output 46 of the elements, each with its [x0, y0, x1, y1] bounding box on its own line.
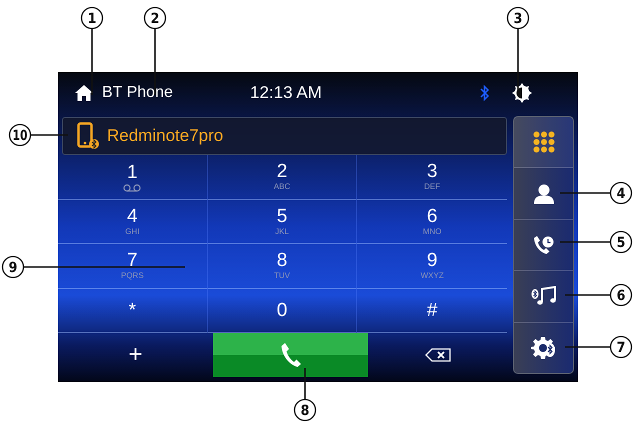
person-icon — [532, 184, 554, 204]
plus-key[interactable]: + — [58, 333, 213, 377]
callout-marker: 7 — [610, 336, 632, 358]
clock-time: 12:13 AM — [250, 82, 323, 102]
callout-marker: 1 — [80, 6, 104, 30]
leader-line — [565, 346, 610, 348]
dial-key[interactable]: 3 DEF — [357, 155, 507, 200]
callout-marker: 9 — [2, 256, 24, 278]
dial-key[interactable]: 5 JKL — [208, 200, 358, 244]
dial-key[interactable]: # — [357, 288, 507, 333]
dial-key[interactable]: 9 WXYZ — [357, 244, 507, 288]
keypad-icon — [532, 131, 554, 154]
backspace-icon — [424, 348, 450, 362]
brightness-icon[interactable] — [512, 82, 532, 102]
dial-key[interactable]: 8 TUV — [208, 244, 358, 288]
phone-bluetooth-icon — [77, 122, 99, 150]
leader-line — [565, 294, 610, 296]
leader-line — [31, 134, 68, 136]
screen-title: BT Phone — [102, 84, 174, 102]
callout-marker: 5 — [610, 230, 632, 254]
callout-marker: 6 — [610, 284, 632, 306]
callout-marker: 3 — [506, 6, 530, 30]
leader-line — [560, 192, 610, 194]
callout-marker: 8 — [294, 398, 316, 422]
leader-line — [154, 29, 156, 95]
phone-clock-icon — [532, 235, 554, 256]
device-name: Redminote7pro — [107, 126, 224, 146]
leader-line — [304, 368, 306, 399]
leader-line — [560, 241, 610, 243]
callout-marker: 2 — [144, 6, 166, 30]
leader-line — [91, 29, 93, 95]
callout-marker: 4 — [610, 182, 632, 204]
dial-key[interactable]: 2 ABC — [208, 155, 358, 200]
bluetooth-icon — [480, 84, 490, 102]
dial-key[interactable]: 1 — [58, 155, 208, 200]
dial-key[interactable]: * — [58, 288, 208, 333]
sidebar-button[interactable] — [514, 117, 573, 168]
callout-marker: 10 — [8, 124, 32, 146]
dial-key[interactable]: 6 MNO — [357, 200, 507, 244]
home-icon[interactable] — [74, 84, 94, 102]
voicemail-icon — [123, 184, 142, 192]
gear-bluetooth-icon — [530, 336, 556, 360]
bluetooth-music-icon — [530, 286, 556, 306]
dial-key[interactable]: 7 PQRS — [58, 244, 208, 288]
phone-handset-icon — [280, 342, 302, 368]
dial-key[interactable]: 4 GHI — [58, 200, 208, 244]
